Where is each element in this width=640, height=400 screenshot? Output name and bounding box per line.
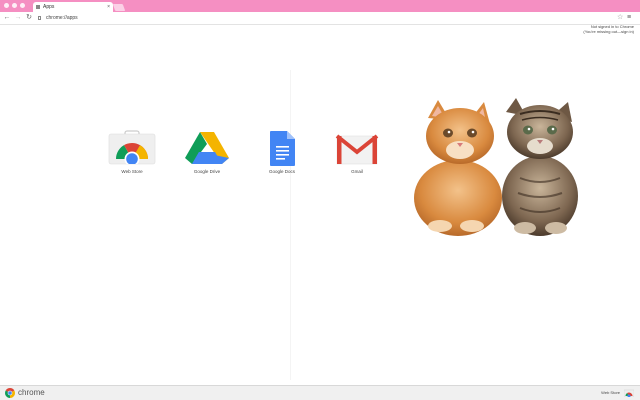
new-tab-button[interactable] (112, 4, 126, 11)
close-window-button[interactable] (4, 3, 9, 8)
web-store-small-icon[interactable] (624, 389, 634, 397)
app-gmail[interactable]: Gmail (327, 130, 387, 174)
tab-apps[interactable]: Apps × (33, 2, 113, 12)
bottom-bar: chrome Web Store (0, 385, 640, 400)
star-icon[interactable]: ☆ (617, 12, 623, 24)
page-icon (38, 16, 41, 20)
tab-strip: Apps × (0, 0, 640, 12)
maximize-window-button[interactable] (20, 3, 25, 8)
brand-text: chrome (18, 388, 45, 397)
tab-close-icon[interactable]: × (107, 2, 110, 12)
app-label: Gmail (351, 169, 363, 174)
back-icon[interactable]: ← (3, 12, 11, 24)
google-docs-icon (270, 131, 295, 166)
toolbar: ← → ↻ chrome://apps ☆ ≡ (0, 12, 640, 25)
address-bar[interactable]: chrome://apps (38, 13, 608, 23)
divider (290, 70, 291, 380)
web-store-link[interactable]: Web Store (601, 388, 620, 398)
app-label: Google Docs (268, 169, 295, 174)
hamburger-menu-icon[interactable]: ≡ (627, 12, 631, 24)
sign-in-notice-line2: (You're missing out—sign in) (583, 29, 634, 34)
sign-in-notice[interactable]: Not signed in to Chrome (You're missing … (583, 24, 634, 34)
app-google-drive[interactable]: Google Drive (177, 130, 237, 174)
reload-icon[interactable]: ↻ (25, 12, 33, 24)
apps-grid-icon (36, 5, 40, 9)
forward-icon[interactable]: → (14, 12, 22, 24)
app-label: Web Store (121, 169, 143, 174)
kittens-image (414, 98, 578, 236)
app-google-docs[interactable]: Google Docs (252, 130, 312, 174)
tab-title: Apps (43, 4, 55, 10)
app-label: Google Drive (193, 169, 221, 174)
app-web-store[interactable]: Web Store (102, 130, 162, 174)
minimize-window-button[interactable] (12, 3, 17, 8)
gmail-icon (335, 134, 379, 165)
google-drive-icon (185, 132, 229, 164)
web-store-icon (108, 130, 156, 165)
chrome-logo-icon (5, 388, 15, 398)
url-text: chrome://apps (46, 15, 78, 21)
